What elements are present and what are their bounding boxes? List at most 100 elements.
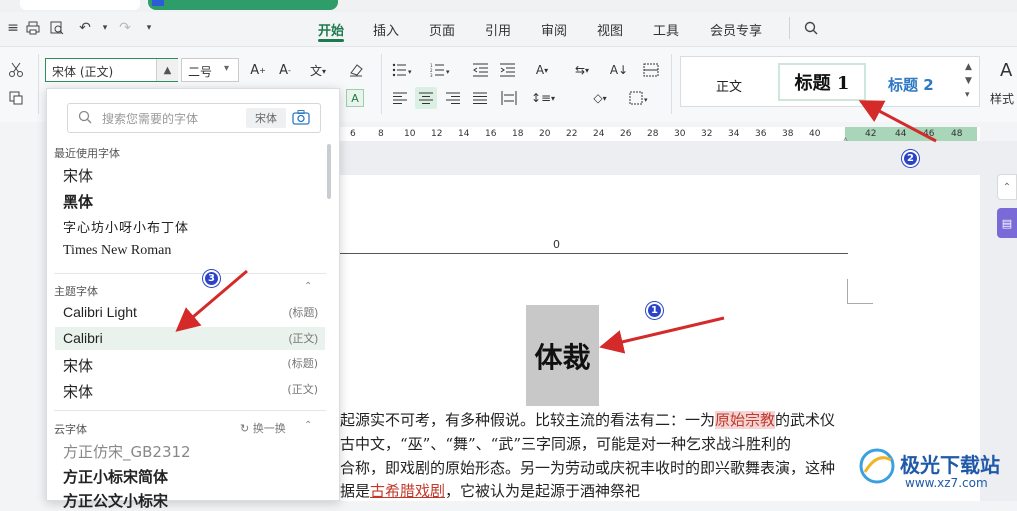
menu-separator [789,17,790,39]
cloud-font-option[interactable]: 方正仿宋_GB2312 [63,441,191,462]
search-icon[interactable] [800,17,822,39]
style-heading-1[interactable]: 标题 1 [778,63,866,101]
divider [54,273,326,274]
style-normal[interactable]: 正文 [716,76,742,95]
sort-icon[interactable]: ⇆ ▾ [567,60,597,80]
cloud-font-option[interactable]: 方正小标宋简体 [63,466,168,487]
ruler-tick: 44 [895,129,907,139]
menu-insert[interactable]: 插入 [373,20,399,39]
menu-icon[interactable]: ≡ [2,17,24,39]
refresh-label: 换一换 [252,422,286,435]
phonetic-guide-icon[interactable]: 文 ▾ [304,60,334,80]
chevron-up-icon[interactable]: ▲ [156,59,178,81]
chevron-up-icon[interactable]: ⌃ [304,281,312,292]
active-document-tab[interactable] [148,0,338,10]
margin-corner-mark [847,279,848,303]
borders-icon[interactable]: ▾ [625,88,655,108]
increase-indent-icon[interactable] [497,60,519,80]
style-set-label[interactable]: 样式 [990,90,1014,107]
document-tab[interactable] [20,0,140,10]
margin-corner-mark [847,303,873,304]
more-icon[interactable]: ▾ [138,17,160,39]
font-option[interactable]: 宋体 [63,165,93,186]
cloud-fonts-heading: 云字体 [54,423,87,436]
ruler-tick: 30 [674,129,686,139]
numbered-list-icon[interactable]: 1 2 3 ▾ [428,60,454,80]
menu-review[interactable]: 审阅 [541,20,567,39]
sort-az-icon[interactable]: A↓ [608,60,630,80]
style-heading-2[interactable]: 标题 2 [888,74,934,95]
shading-icon[interactable]: ◇ ▾ [585,88,615,108]
table-borders-icon[interactable] [640,60,662,80]
font-option[interactable]: Times New Roman [63,243,171,259]
theme-fonts-heading: 主题字体 [54,285,98,298]
grow-font-icon[interactable]: A + [247,60,269,80]
styles-scroll-icon[interactable]: ▲ ▼ ▾ [965,60,972,102]
menu-tools[interactable]: 工具 [653,20,679,39]
menu-view[interactable]: 视图 [597,20,623,39]
ruler-tick: 16 [485,129,497,139]
font-search-tag[interactable]: 宋体 [246,108,286,128]
line-spacing-icon[interactable]: ↕≡ ▾ [528,88,558,108]
collapse-panel-icon[interactable]: ⌃ [997,174,1017,200]
menu-page[interactable]: 页面 [429,20,455,39]
ruler-tick: 20 [539,129,551,139]
annotation-badge: 2 [902,150,919,167]
align-right-icon[interactable] [443,88,463,108]
undo-icon[interactable]: ↶ [74,17,96,39]
menu-home[interactable]: 开始 [318,20,344,39]
ruler-tick: 26 [620,129,632,139]
recent-fonts-heading: 最近使用字体 [54,147,120,160]
divider [54,410,326,411]
ruler-tick: 38 [782,129,794,139]
ruler-tick: 6 [350,129,356,139]
shrink-font-icon[interactable]: A- [274,60,296,80]
redo-icon[interactable]: ↷ [114,17,136,39]
chevron-up-icon[interactable]: ⌃ [304,420,312,431]
font-option[interactable]: 黑体 [63,191,93,212]
paragraph-line[interactable]: 起源实不可考，有多种假说。比较主流的看法有二：一为原始宗教的武术仪 [340,409,835,430]
char-shading-icon[interactable]: A [346,89,364,107]
style-set-icon[interactable]: A [1000,60,1012,81]
paragraph-line[interactable]: 据是古希腊戏剧，它被认为是起源于酒神祭祀 [340,480,640,501]
watermark-title: 极光下载站 [900,453,1000,477]
justify-icon[interactable] [470,88,490,108]
svg-text:▾: ▾ [446,68,450,76]
dropdown-scrollbar[interactable] [327,144,331,199]
cut-icon[interactable] [5,60,27,80]
print-icon[interactable] [22,17,44,39]
align-left-icon[interactable] [390,88,410,108]
font-size-value: 二号 [188,65,213,79]
document-title[interactable]: 体裁 [526,336,599,376]
ruler-tick: 48 [951,129,963,139]
font-option[interactable]: 宋体 (正文) [63,381,318,402]
refresh-button[interactable]: ↻ 换一换 [240,420,286,436]
menu-references[interactable]: 引用 [485,20,511,39]
menu-membership[interactable]: 会员专享 [710,20,762,39]
svg-text:▾: ▾ [408,68,412,76]
text-direction-icon[interactable]: A ▾ [527,60,557,80]
side-panel-icon[interactable]: ▤ [997,208,1017,238]
search-icon [78,110,92,124]
ribbon-separator [671,54,672,114]
camera-icon[interactable] [292,109,310,125]
undo-dropdown-icon[interactable]: ▾ [94,17,116,39]
bullet-list-icon[interactable]: ▾ [390,60,416,80]
align-center-icon[interactable] [415,87,437,109]
ruler-tick: 12 [431,129,443,139]
clear-format-icon[interactable] [345,60,367,80]
decrease-indent-icon[interactable] [470,60,492,80]
font-option[interactable]: Calibri Light (标题) [63,304,318,320]
distributed-align-icon[interactable] [498,88,520,108]
paragraph-line[interactable]: 古中文，“巫”、“舞”、“武”三字同源，可能是对一种乞求战斗胜利的 [340,433,791,454]
document-icon [152,0,164,6]
ruler-tick: 24 [593,129,605,139]
font-option[interactable]: 字心坊小呀小布丁体 [63,217,189,236]
format-painter-icon[interactable] [5,88,27,108]
font-option[interactable]: 宋体 (标题) [63,355,318,376]
watermark-url: www.xz7.com [905,476,988,490]
font-option[interactable]: Calibri (正文) [63,330,318,346]
print-preview-icon[interactable] [46,17,68,39]
paragraph-line[interactable]: 合称，即戏剧的原始形态。另一为劳动或庆祝丰收时的即兴歌舞表演，这种 [340,457,835,478]
header-page-number: 0 [553,238,560,251]
